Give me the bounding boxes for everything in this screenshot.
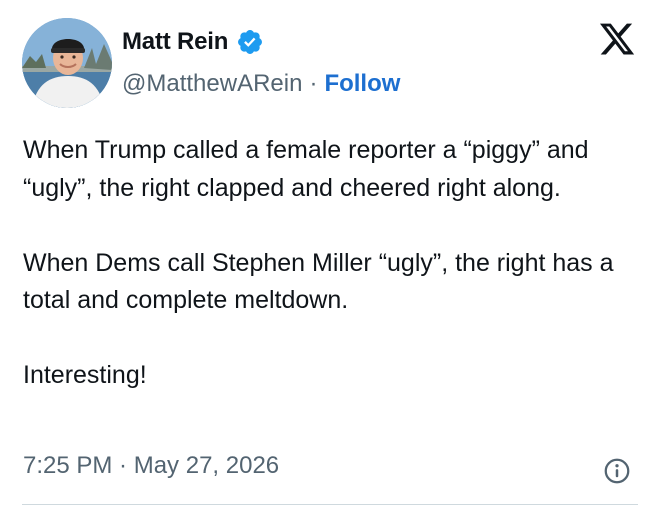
tweet-paragraph: Interesting!: [23, 361, 147, 389]
info-icon[interactable]: [602, 456, 632, 486]
tweet-card: Matt Rein @MatthewARein · Follow When Tr…: [0, 0, 670, 508]
handle-separator: ·: [309, 70, 318, 97]
divider: [22, 504, 638, 505]
x-logo-icon[interactable]: [597, 20, 637, 58]
tweet-paragraph: When Dems call Stephen Miller “ugly”, th…: [23, 248, 614, 315]
author-display-name[interactable]: Matt Rein: [122, 28, 228, 56]
tweet-timestamp[interactable]: 7:25 PM · May 27, 2026: [23, 452, 279, 480]
name-row: Matt Rein: [122, 25, 400, 59]
author-block: Matt Rein @MatthewARein · Follow: [122, 25, 400, 101]
tweet-text: When Trump called a female reporter a “p…: [23, 132, 648, 395]
author-handle[interactable]: @MatthewARein: [122, 70, 302, 98]
tweet-paragraph: When Trump called a female reporter a “p…: [23, 136, 589, 202]
verified-badge-icon: [236, 28, 264, 56]
handle-row: @MatthewARein · Follow: [122, 67, 400, 101]
avatar[interactable]: [22, 18, 112, 108]
follow-button[interactable]: Follow: [324, 70, 400, 98]
avatar-photo: [22, 18, 112, 108]
